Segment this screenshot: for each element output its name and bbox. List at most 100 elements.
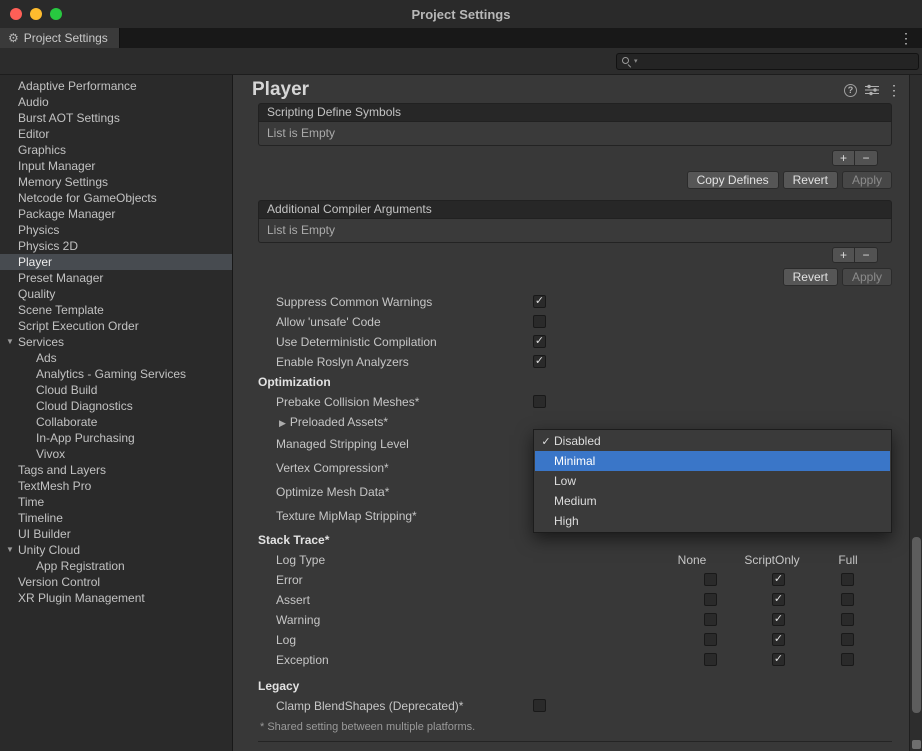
sidebar-item-graphics[interactable]: Graphics [0,142,232,158]
copy-defines-button[interactable]: Copy Defines [687,171,779,189]
menu-item-disabled[interactable]: ✓Disabled [535,431,890,451]
stripping-level-dropdown-menu: ✓Disabled Minimal Low Medium High [533,429,892,533]
sidebar-item-preset-manager[interactable]: Preset Manager [0,270,232,286]
apply-arguments-button[interactable]: Apply [842,268,892,286]
stack-trace-columns-row: Log Type None ScriptOnly Full [258,550,892,570]
setting-label[interactable]: ▶Preloaded Assets* [258,415,388,429]
add-define-button[interactable]: + [832,150,855,166]
tab-label: Project Settings [24,31,108,45]
checkbox[interactable] [841,633,854,646]
checkbox[interactable] [704,653,717,666]
sidebar-item-cloud-diagnostics[interactable]: Cloud Diagnostics [0,398,232,414]
menu-item-minimal[interactable]: Minimal [535,451,890,471]
remove-argument-button[interactable]: − [855,247,878,263]
sidebar-item-ads[interactable]: Ads [0,350,232,366]
sidebar-item-label: Tags and Layers [18,462,106,478]
sidebar-item-package-manager[interactable]: Package Manager [0,206,232,222]
sidebar-item-unity-cloud[interactable]: ▼Unity Cloud [0,542,232,558]
sidebar-item-in-app-purchasing[interactable]: In-App Purchasing [0,430,232,446]
checkbox[interactable] [533,315,546,328]
setting-row-clamp-blendshapes: Clamp BlendShapes (Deprecated)* [258,696,892,716]
sidebar-item-label: Preset Manager [18,270,103,286]
checkbox[interactable]: ✓ [772,633,785,646]
close-window-button[interactable] [10,8,22,20]
sidebar-item-physics-2d[interactable]: Physics 2D [0,238,232,254]
sidebar-item-script-execution-order[interactable]: Script Execution Order [0,318,232,334]
sidebar-item-version-control[interactable]: Version Control [0,574,232,590]
sidebar-item-label: Services [18,334,64,350]
preset-sliders-icon[interactable] [865,84,879,96]
menu-item-label: Minimal [554,454,595,468]
stack-trace-row-assert: Assert✓ [258,590,892,610]
sidebar-item-input-manager[interactable]: Input Manager [0,158,232,174]
checkbox[interactable]: ✓ [533,295,546,308]
sidebar-item-cloud-build[interactable]: Cloud Build [0,382,232,398]
foldout-arrow-icon[interactable]: ▼ [6,542,18,558]
checkbox[interactable]: ✓ [772,653,785,666]
checkbox[interactable]: ✓ [533,335,546,348]
menu-item-label: Medium [554,494,597,508]
checkbox[interactable] [841,573,854,586]
sidebar-item-analytics-gaming-services[interactable]: Analytics - Gaming Services [0,366,232,382]
sidebar-item-time[interactable]: Time [0,494,232,510]
sidebar-item-scene-template[interactable]: Scene Template [0,302,232,318]
sidebar-item-services[interactable]: ▼Services [0,334,232,350]
zoom-window-button[interactable] [50,8,62,20]
foldout-arrow-icon[interactable]: ▼ [6,334,18,350]
sidebar-item-editor[interactable]: Editor [0,126,232,142]
sidebar-item-ui-builder[interactable]: UI Builder [0,526,232,542]
checkbox[interactable]: ✓ [533,355,546,368]
sidebar-item-burst-aot-settings[interactable]: Burst AOT Settings [0,110,232,126]
foldout-arrow-icon[interactable]: ▶ [279,418,286,428]
add-argument-button[interactable]: + [832,247,855,263]
menu-item-high[interactable]: High [535,511,890,531]
sidebar-item-timeline[interactable]: Timeline [0,510,232,526]
panel-menu-kebab-icon[interactable]: ⋮ [887,82,901,99]
checkbox[interactable] [533,699,546,712]
tab-project-settings[interactable]: ⚙ Project Settings [0,28,120,48]
search-input[interactable] [643,54,913,69]
sidebar-item-quality[interactable]: Quality [0,286,232,302]
checkbox[interactable] [533,395,546,408]
vertical-scrollbar[interactable] [909,75,922,751]
checkbox[interactable] [841,593,854,606]
menu-item-low[interactable]: Low [535,471,890,491]
search-filter-caret-icon[interactable]: ▾ [634,57,638,65]
setting-label: Suppress Common Warnings [258,295,432,309]
remove-define-button[interactable]: − [855,150,878,166]
sidebar-item-player[interactable]: Player [0,254,232,270]
tab-menu-kebab-icon[interactable]: ⋮ [899,29,913,47]
checkbox[interactable] [704,633,717,646]
sidebar-item-physics[interactable]: Physics [0,222,232,238]
search-field[interactable]: ▾ [616,53,919,70]
sidebar-item-memory-settings[interactable]: Memory Settings [0,174,232,190]
checkbox[interactable] [841,653,854,666]
scrollbar-thumb[interactable] [912,537,921,713]
menu-item-medium[interactable]: Medium [535,491,890,511]
sidebar-item-app-registration[interactable]: App Registration [0,558,232,574]
minimize-window-button[interactable] [30,8,42,20]
sidebar-item-xr-plugin-management[interactable]: XR Plugin Management [0,590,232,606]
checkbox[interactable] [704,613,717,626]
sidebar-item-netcode-for-gameobjects[interactable]: Netcode for GameObjects [0,190,232,206]
sidebar-item-label: In-App Purchasing [36,430,135,446]
checkbox[interactable]: ✓ [772,573,785,586]
stack-trace-row-log: Log✓ [258,630,892,650]
revert-defines-button[interactable]: Revert [783,171,838,189]
checkbox[interactable]: ✓ [772,613,785,626]
checkbox[interactable] [704,573,717,586]
sidebar-item-collaborate[interactable]: Collaborate [0,414,232,430]
checkbox[interactable] [841,613,854,626]
help-icon[interactable]: ? [844,84,857,97]
sidebar-item-label: Cloud Diagnostics [36,398,133,414]
sidebar-item-tags-and-layers[interactable]: Tags and Layers [0,462,232,478]
sidebar-item-audio[interactable]: Audio [0,94,232,110]
revert-arguments-button[interactable]: Revert [783,268,838,286]
apply-defines-button[interactable]: Apply [842,171,892,189]
checkbox[interactable] [704,593,717,606]
sidebar-item-adaptive-performance[interactable]: Adaptive Performance [0,78,232,94]
sidebar-item-vivox[interactable]: Vivox [0,446,232,462]
sidebar-item-textmesh-pro[interactable]: TextMesh Pro [0,478,232,494]
checkbox[interactable]: ✓ [772,593,785,606]
sidebar-item-label: TextMesh Pro [18,478,91,494]
